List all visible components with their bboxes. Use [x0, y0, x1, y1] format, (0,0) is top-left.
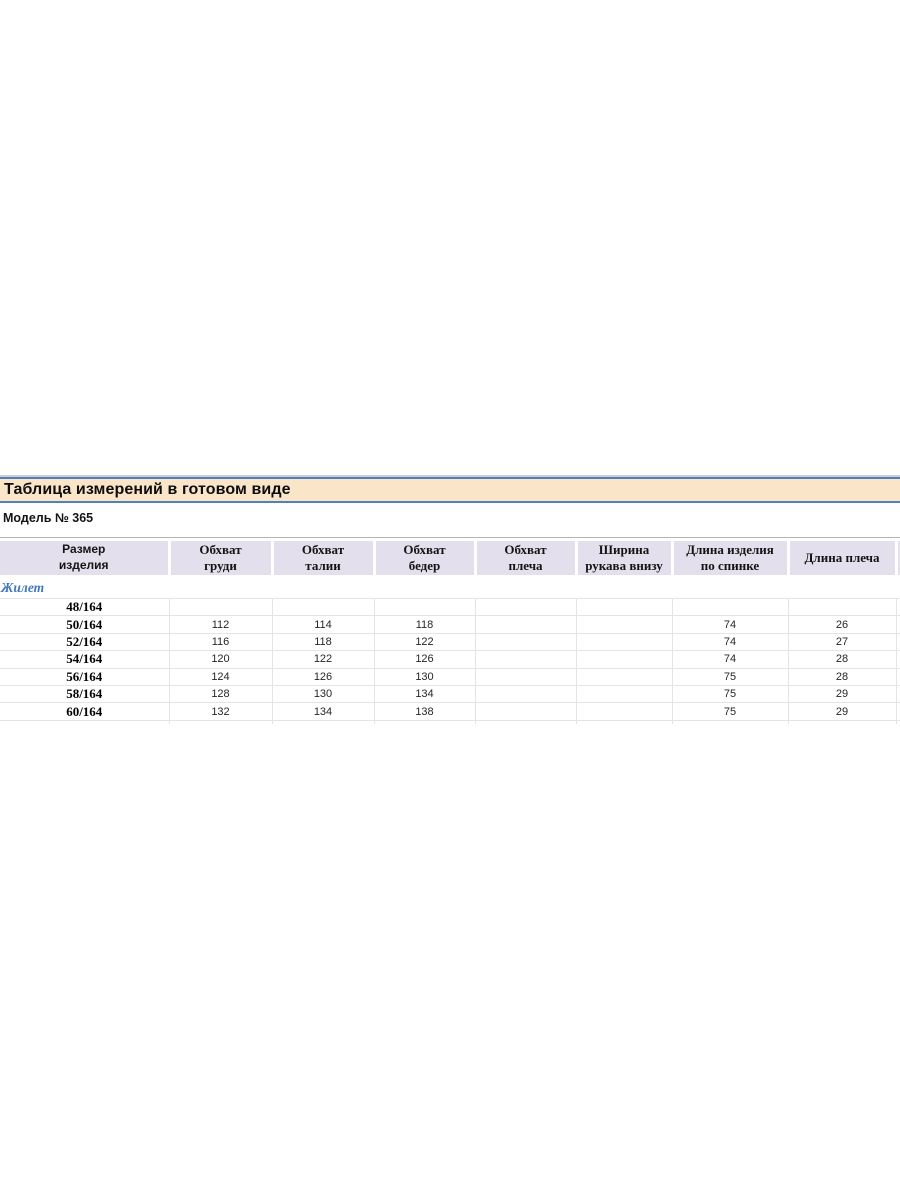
value-cell: 134: [374, 685, 476, 704]
value-cell: [576, 668, 673, 686]
value-cell-cutoff: [896, 650, 900, 669]
table-row: 54/164 120 122 126 74 28: [0, 650, 900, 669]
value-cell: [576, 650, 673, 669]
page-root: { "header": { "title": "Таблица измерени…: [0, 0, 900, 1200]
value-cell: 130: [374, 668, 476, 686]
group-label: Жилет: [0, 575, 900, 599]
value-cell: [475, 615, 577, 634]
value-cell-cutoff: [896, 633, 900, 652]
value-cell: [576, 598, 673, 617]
value-cell: [475, 685, 577, 704]
value-cell: 118: [272, 633, 375, 652]
value-cell-cutoff: [896, 615, 900, 634]
value-cell-cutoff: [896, 685, 900, 704]
value-cell: 74: [672, 650, 789, 669]
value-cell: 128: [169, 685, 273, 704]
column-header-shoulder-girth: Обхват плеча: [473, 541, 578, 575]
value-cell: 28: [788, 650, 897, 669]
value-cell: [475, 702, 577, 721]
value-cell: 120: [169, 650, 273, 669]
title-bar: Таблица измерений в готовом виде: [0, 477, 900, 503]
column-header-back-length: Длина изделия по спинке: [670, 541, 790, 575]
table-top-rule: [0, 537, 900, 538]
value-cell: 116: [169, 633, 273, 652]
value-cell: 29: [788, 685, 897, 704]
value-cell: 122: [272, 650, 375, 669]
value-cell-cutoff: [896, 702, 900, 721]
value-cell: 27: [788, 633, 897, 652]
value-cell: [672, 598, 789, 617]
gridline-stub-row: [0, 720, 900, 724]
size-cell: 52/164: [0, 633, 170, 652]
value-cell: 74: [672, 633, 789, 652]
value-cell-cutoff: [896, 668, 900, 686]
column-header-shoulder-length: Длина плеча: [786, 541, 898, 575]
value-cell: 126: [272, 668, 375, 686]
size-cell: 60/164: [0, 702, 170, 721]
column-header-chest: Обхват груди: [167, 541, 274, 575]
size-cell: 48/164: [0, 598, 170, 617]
header-row: Размер изделия Обхват груди Обхват талии…: [0, 541, 900, 575]
table-row: 60/164 132 134 138 75 29: [0, 702, 900, 721]
size-cell: 50/164: [0, 615, 170, 634]
value-cell: 138: [374, 702, 476, 721]
value-cell: [576, 615, 673, 634]
value-cell: [475, 650, 577, 669]
value-cell: [475, 668, 577, 686]
value-cell: 134: [272, 702, 375, 721]
value-cell: 126: [374, 650, 476, 669]
value-cell: 26: [788, 615, 897, 634]
value-cell: 28: [788, 668, 897, 686]
table-row: 56/164 124 126 130 75 28: [0, 668, 900, 686]
table-row: 58/164 128 130 134 75 29: [0, 685, 900, 704]
table-row: 52/164 116 118 122 74 27: [0, 633, 900, 652]
column-header-hips: Обхват бедер: [372, 541, 477, 575]
value-cell: [475, 633, 577, 652]
value-cell: 132: [169, 702, 273, 721]
value-cell: 75: [672, 702, 789, 721]
value-cell: 112: [169, 615, 273, 634]
measurements-table: Размер изделия Обхват груди Обхват талии…: [0, 541, 900, 724]
table-row: 48/164: [0, 598, 900, 617]
group-row: Жилет: [0, 575, 900, 599]
value-cell: [374, 598, 476, 617]
column-header-waist: Обхват талии: [270, 541, 376, 575]
value-cell: 75: [672, 668, 789, 686]
value-cell: [576, 702, 673, 721]
column-header-sleeve-width: Ширина рукава внизу: [574, 541, 674, 575]
value-cell: 75: [672, 685, 789, 704]
value-cell: 118: [374, 615, 476, 634]
value-cell: [576, 685, 673, 704]
page-title: Таблица измерений в готовом виде: [4, 481, 291, 498]
size-cell: 54/164: [0, 650, 170, 669]
size-cell: 58/164: [0, 685, 170, 704]
value-cell: [272, 598, 375, 617]
value-cell: [169, 598, 273, 617]
value-cell: [576, 633, 673, 652]
column-header-cutoff: [894, 541, 900, 575]
value-cell: 124: [169, 668, 273, 686]
value-cell-cutoff: [896, 598, 900, 617]
value-cell: 114: [272, 615, 375, 634]
size-cell: 56/164: [0, 668, 170, 686]
table-row: 50/164 112 114 118 74 26: [0, 615, 900, 634]
value-cell: 74: [672, 615, 789, 634]
value-cell: [788, 598, 897, 617]
value-cell: 122: [374, 633, 476, 652]
value-cell: 29: [788, 702, 897, 721]
model-label: Модель № 365: [3, 511, 94, 525]
value-cell: [475, 598, 577, 617]
value-cell: 130: [272, 685, 375, 704]
column-header-size: Размер изделия: [0, 541, 171, 575]
